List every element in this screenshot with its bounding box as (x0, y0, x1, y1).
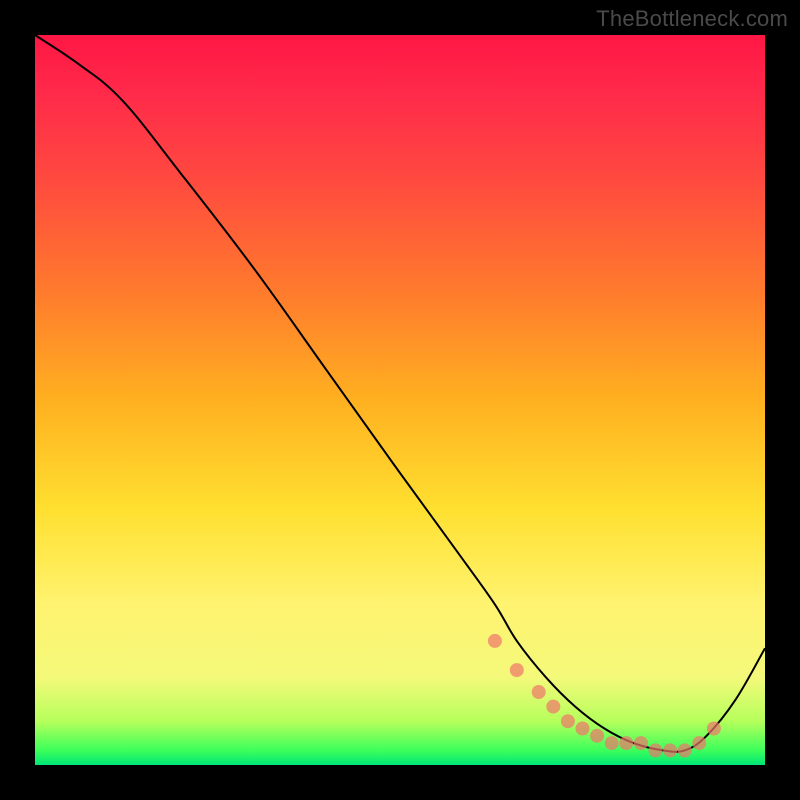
marker-dot (488, 634, 502, 648)
marker-dot (532, 685, 546, 699)
marker-dot (576, 722, 590, 736)
attribution-text: TheBottleneck.com (596, 6, 788, 32)
marker-dot (707, 722, 721, 736)
marker-dot (561, 714, 575, 728)
chart-frame: TheBottleneck.com (0, 0, 800, 800)
marker-dot (692, 736, 706, 750)
marker-dot (678, 743, 692, 757)
marker-dot (634, 736, 648, 750)
marker-dot (649, 743, 663, 757)
marker-dot (663, 743, 677, 757)
marker-dot (619, 736, 633, 750)
optimal-zone-dots (35, 35, 765, 765)
marker-dot (510, 663, 524, 677)
marker-dot (590, 729, 604, 743)
marker-dot (546, 700, 560, 714)
plot-area (35, 35, 765, 765)
marker-dot (605, 736, 619, 750)
